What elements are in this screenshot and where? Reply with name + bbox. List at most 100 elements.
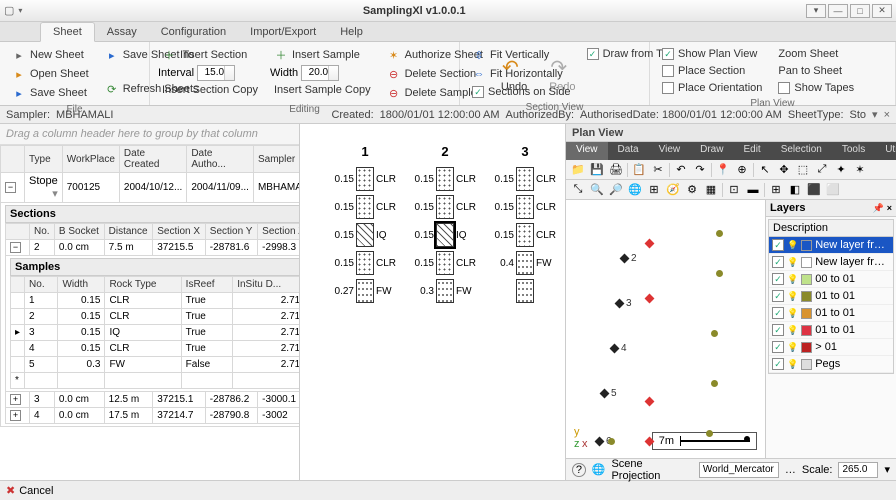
pv-tool-button[interactable]: ✦ xyxy=(833,162,849,178)
zoom-sheet-button[interactable]: Zoom Sheet xyxy=(774,46,858,62)
info-dropdown[interactable]: ▾ xyxy=(872,108,878,121)
pv-tool-button[interactable]: 🧭 xyxy=(665,182,681,198)
map-point[interactable] xyxy=(600,389,610,399)
tab-assay[interactable]: Assay xyxy=(95,23,149,41)
pv-tool-button[interactable]: 🔎 xyxy=(608,182,624,198)
pv-tab[interactable]: Selection xyxy=(771,142,832,160)
map-point[interactable] xyxy=(595,437,605,447)
help-icon[interactable]: ? xyxy=(572,463,586,477)
tab-importexport[interactable]: Import/Export xyxy=(238,23,328,41)
samples-grid[interactable]: No. Width Rock Type IsReef InSitu D... 1… xyxy=(10,276,299,389)
expand-main-icon[interactable]: − xyxy=(5,182,16,193)
insert-sample-copy-button[interactable]: Insert Sample Copy xyxy=(270,82,375,98)
col-samp-reef[interactable]: IsReef xyxy=(181,277,233,293)
section-column[interactable]: 10.15CLR0.15CLR0.15IQ0.15CLR0.27FW xyxy=(330,144,400,305)
layer-lightbulb-icon[interactable]: 💡 xyxy=(787,325,798,336)
col-workplace[interactable]: WorkPlace xyxy=(62,146,119,173)
scene-proj-input[interactable] xyxy=(699,462,779,478)
section-segment[interactable]: 0.15CLR xyxy=(330,193,400,221)
pv-tab[interactable]: Utilities xyxy=(875,142,896,160)
pv-tab[interactable]: Data xyxy=(608,142,649,160)
section-column[interactable]: 20.15CLR0.15CLR0.15IQ0.15CLR0.3FW xyxy=(410,144,480,305)
sample-new-row[interactable]: * xyxy=(11,373,300,389)
tab-sheet[interactable]: Sheet xyxy=(40,22,95,42)
pv-tool-button[interactable]: 📋 xyxy=(631,162,647,178)
pv-tool-button[interactable]: 🖨 xyxy=(608,162,624,178)
new-sheet-button[interactable]: ▸New Sheet xyxy=(8,46,93,64)
expand-section-icon[interactable]: − xyxy=(10,242,21,253)
pv-tool-button[interactable]: ↶ xyxy=(673,162,689,178)
section-view[interactable]: 10.15CLR0.15CLR0.15IQ0.15CLR0.27FW20.15C… xyxy=(300,124,566,480)
sample-row[interactable]: 20.15CLRTrue2.71 xyxy=(11,309,300,325)
layer-visible-check-icon[interactable] xyxy=(772,358,784,370)
layer-visible-check-icon[interactable] xyxy=(772,239,784,251)
layer-lightbulb-icon[interactable]: 💡 xyxy=(787,274,798,285)
insert-section-button[interactable]: ＋Insert Section xyxy=(158,46,262,64)
layer-visible-check-icon[interactable] xyxy=(772,273,784,285)
main-row[interactable]: − Stope ▾ 700125 2004/10/12... 2004/11/0… xyxy=(1,173,300,203)
section-segment[interactable]: 0.15IQ xyxy=(330,221,400,249)
pv-tab[interactable]: Edit xyxy=(733,142,770,160)
pv-tab[interactable]: Tools xyxy=(832,142,875,160)
pv-tool-button[interactable]: ⚙ xyxy=(684,182,700,198)
map-point[interactable] xyxy=(608,438,615,445)
col-sectionz[interactable]: Section Z xyxy=(258,224,299,240)
col-sectionx[interactable]: Section X xyxy=(153,224,206,240)
section-row[interactable]: − 2 0.0 cm 7.5 m 37215.5 -28781.6 -2998.… xyxy=(6,240,300,256)
sample-row[interactable]: ▸30.15IQTrue2.71 xyxy=(11,325,300,341)
pv-tool-button[interactable]: ▬ xyxy=(745,182,761,198)
layers-desc-header[interactable]: Description xyxy=(769,220,893,237)
pv-tool-button[interactable]: ⊡ xyxy=(726,182,742,198)
map-point[interactable] xyxy=(645,397,655,407)
save-sheet-button[interactable]: ▸Save Sheet xyxy=(8,84,93,102)
section-segment[interactable]: 0.15CLR xyxy=(410,249,480,277)
pv-tool-button[interactable]: 💾 xyxy=(589,162,605,178)
layer-lightbulb-icon[interactable]: 💡 xyxy=(787,291,798,302)
pv-tool-button[interactable]: 📍 xyxy=(715,162,731,178)
pv-tool-button[interactable]: ✂ xyxy=(650,162,666,178)
layer-row[interactable]: 💡> 01 xyxy=(769,339,893,356)
section-column[interactable]: 30.15CLR0.15CLR0.15CLR0.4FW xyxy=(490,144,560,305)
sections-header[interactable]: Sections xyxy=(5,205,299,223)
insert-section-copy-button[interactable]: Insert Section Copy xyxy=(158,82,262,98)
map-point[interactable] xyxy=(615,299,625,309)
pv-tool-button[interactable]: ⬚ xyxy=(795,162,811,178)
layer-row[interactable]: 💡01 to 01 xyxy=(769,322,893,339)
pv-tool-button[interactable]: ✶ xyxy=(852,162,868,178)
col-samp-width[interactable]: Width xyxy=(58,277,105,293)
layer-visible-check-icon[interactable] xyxy=(772,307,784,319)
scale-input[interactable] xyxy=(838,462,878,478)
plan-view-canvas[interactable]: y z x 7m 23456 xyxy=(566,200,766,458)
pv-tool-button[interactable]: ↖ xyxy=(757,162,773,178)
maximize-button[interactable]: □ xyxy=(850,4,870,18)
pv-tool-button[interactable]: ⊞ xyxy=(768,182,784,198)
layer-lightbulb-icon[interactable]: 💡 xyxy=(787,240,798,251)
sample-row[interactable]: 50.3FWFalse2.71 xyxy=(11,357,300,373)
pv-tool-button[interactable]: ⤢ xyxy=(814,162,830,178)
place-section-toggle[interactable]: Place Section xyxy=(658,63,766,79)
pv-tab[interactable]: View xyxy=(566,142,608,160)
section-segment[interactable]: 0.15CLR xyxy=(410,165,480,193)
width-input[interactable]: 20.0 xyxy=(301,65,339,81)
col-bsocket[interactable]: B Socket xyxy=(54,224,104,240)
col-datecreated[interactable]: Date Created xyxy=(119,146,186,173)
redo-button[interactable]: ↷Redo xyxy=(543,53,581,95)
layer-lightbulb-icon[interactable]: 💡 xyxy=(787,257,798,268)
section-segment[interactable]: 0.15CLR xyxy=(490,193,560,221)
col-sampler[interactable]: Sampler xyxy=(253,146,299,173)
col-type[interactable]: Type xyxy=(25,146,63,173)
layer-visible-check-icon[interactable] xyxy=(772,290,784,302)
main-grid[interactable]: Type WorkPlace Date Created Date Autho..… xyxy=(0,145,299,427)
sample-row[interactable]: 40.15CLRTrue2.71 xyxy=(11,341,300,357)
map-point[interactable] xyxy=(716,270,723,277)
layer-visible-check-icon[interactable] xyxy=(772,341,784,353)
pv-tab[interactable]: View xyxy=(649,142,691,160)
section-segment[interactable]: 0.3FW xyxy=(410,277,480,305)
col-sectiony[interactable]: Section Y xyxy=(205,224,257,240)
pv-tool-button[interactable]: 🌐 xyxy=(627,182,643,198)
show-tapes-toggle[interactable]: Show Tapes xyxy=(774,80,858,96)
layers-pin-icon[interactable]: 📌 xyxy=(872,203,883,213)
sections-grid[interactable]: No. B Socket Distance Section X Section … xyxy=(5,223,299,424)
section-segment[interactable]: 0.15CLR xyxy=(490,221,560,249)
section-row[interactable]: + 4 0.0 cm 17.5 m 37214.7 -28790.8 -3002 xyxy=(6,408,300,424)
